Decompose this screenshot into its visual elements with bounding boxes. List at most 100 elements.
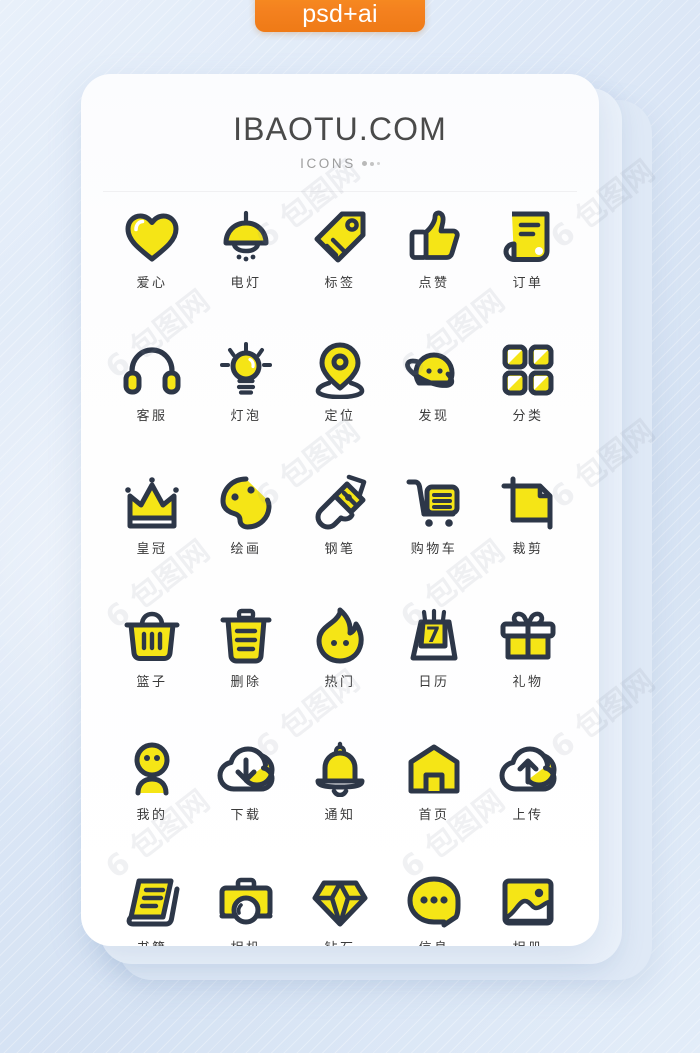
camera-icon (217, 871, 275, 933)
user-icon (126, 738, 178, 800)
icon-cell-diamond[interactable]: 钻石 (293, 871, 387, 946)
photo-album-icon (501, 871, 555, 933)
icon-cell-camera[interactable]: 相机 (199, 871, 293, 946)
icon-label: 分类 (512, 409, 544, 424)
icon-cell-message[interactable]: 信息 (387, 871, 481, 946)
message-icon (406, 871, 462, 933)
icon-label: 信息 (418, 942, 449, 946)
icon-cell-flame[interactable]: 热门 (293, 605, 387, 720)
icon-cell-order[interactable]: 订单 (481, 206, 575, 321)
format-badge: psd+ai (255, 0, 425, 32)
icon-cell-palette[interactable]: 绘画 (199, 472, 293, 587)
location-pin-icon (313, 339, 367, 401)
icon-label: 灯泡 (230, 409, 262, 424)
cloud-download-icon (216, 738, 276, 800)
icon-label: 上传 (512, 808, 544, 823)
icon-label: 购物车 (410, 542, 458, 557)
icon-label: 篮子 (136, 675, 168, 690)
icon-set-card: IBAOTU.COM ICONS 爱心 电灯 标签 点赞 订单 客服 灯泡 定位… (81, 74, 599, 946)
icon-label: 裁剪 (512, 542, 544, 557)
gift-icon (499, 605, 557, 667)
crown-icon (123, 472, 181, 534)
icon-cell-home[interactable]: 首页 (387, 738, 481, 853)
icon-cell-lightbulb[interactable]: 灯泡 (199, 339, 293, 454)
icon-label: 相册 (512, 942, 543, 946)
icon-label: 标签 (324, 276, 356, 291)
lightbulb-icon (217, 339, 275, 401)
icon-cell-lamp[interactable]: 电灯 (199, 206, 293, 321)
icon-cell-planet[interactable]: 发现 (387, 339, 481, 454)
icon-cell-basket[interactable]: 篮子 (105, 605, 199, 720)
crop-icon (500, 472, 556, 534)
icon-label: 点赞 (418, 276, 450, 291)
card-subtitle: ICONS (81, 156, 599, 171)
icon-cell-fountain-pen[interactable]: 钢笔 (293, 472, 387, 587)
icon-cell-calendar[interactable]: 7 日历 (387, 605, 481, 720)
icon-cell-book[interactable]: 书籍 (105, 871, 199, 946)
icon-cell-crop[interactable]: 裁剪 (481, 472, 575, 587)
icon-cell-location[interactable]: 定位 (293, 339, 387, 454)
icon-cell-cloud-download[interactable]: 下载 (199, 738, 293, 853)
calendar-icon: 7 (405, 605, 463, 667)
headphones-icon (123, 339, 181, 401)
icon-cell-photo-album[interactable]: 相册 (481, 871, 575, 946)
icon-label: 下载 (230, 808, 262, 823)
icon-label: 首页 (418, 808, 450, 823)
fountain-pen-icon (311, 472, 369, 534)
planet-icon (404, 339, 464, 401)
icon-cell-tag[interactable]: 标签 (293, 206, 387, 321)
palette-icon (218, 472, 274, 534)
tag-icon (312, 206, 368, 268)
icon-label: 礼物 (512, 675, 544, 690)
card-header: IBAOTU.COM ICONS (81, 74, 599, 171)
icon-cell-gift[interactable]: 礼物 (481, 605, 575, 720)
icon-label: 定位 (324, 409, 356, 424)
icon-label: 删除 (230, 675, 262, 690)
cloud-upload-icon (498, 738, 558, 800)
trash-icon (219, 605, 273, 667)
icon-cell-cloud-upload[interactable]: 上传 (481, 738, 575, 853)
format-badge-label: psd+ai (302, 0, 378, 28)
order-icon (501, 206, 555, 268)
home-icon (405, 738, 463, 800)
icon-cell-headphones[interactable]: 客服 (105, 339, 199, 454)
icon-cell-shopping-cart[interactable]: 购物车 (387, 472, 481, 587)
icon-label: 订单 (512, 276, 544, 291)
icon-label: 钻石 (324, 942, 355, 946)
icon-label: 绘画 (230, 542, 262, 557)
header-divider (103, 191, 577, 192)
icon-label: 热门 (324, 675, 356, 690)
icon-label: 书籍 (136, 942, 167, 946)
thumbs-up-icon (406, 206, 462, 268)
icon-label: 通知 (324, 808, 356, 823)
grid-icon (501, 339, 555, 401)
icon-cell-user[interactable]: 我的 (105, 738, 199, 853)
icon-label: 相机 (230, 942, 261, 946)
flame-icon (314, 605, 366, 667)
icon-cell-grid[interactable]: 分类 (481, 339, 575, 454)
icon-label: 客服 (136, 409, 168, 424)
icon-cell-thumbs-up[interactable]: 点赞 (387, 206, 481, 321)
icon-grid: 爱心 电灯 标签 点赞 订单 客服 灯泡 定位 发现 分类 皇冠 绘画 钢笔 购… (81, 206, 599, 946)
icon-cell-trash[interactable]: 删除 (199, 605, 293, 720)
shopping-cart-icon (405, 472, 463, 534)
icon-label: 电灯 (230, 276, 262, 291)
diamond-icon (311, 871, 369, 933)
calendar-day-number: 7 (426, 623, 441, 647)
basket-icon (123, 605, 181, 667)
card-subtitle-text: ICONS (300, 156, 356, 171)
heart-icon (123, 206, 181, 268)
subtitle-dots-icon (361, 161, 380, 166)
icon-cell-heart[interactable]: 爱心 (105, 206, 199, 321)
icon-label: 皇冠 (136, 542, 168, 557)
icon-label: 钢笔 (324, 542, 356, 557)
icon-label: 爱心 (136, 276, 168, 291)
icon-label: 发现 (418, 409, 450, 424)
bell-icon (313, 738, 367, 800)
icon-cell-crown[interactable]: 皇冠 (105, 472, 199, 587)
icon-label: 日历 (418, 675, 450, 690)
lamp-icon (217, 206, 275, 268)
icon-label: 我的 (136, 808, 168, 823)
book-icon (123, 871, 181, 933)
icon-cell-bell[interactable]: 通知 (293, 738, 387, 853)
